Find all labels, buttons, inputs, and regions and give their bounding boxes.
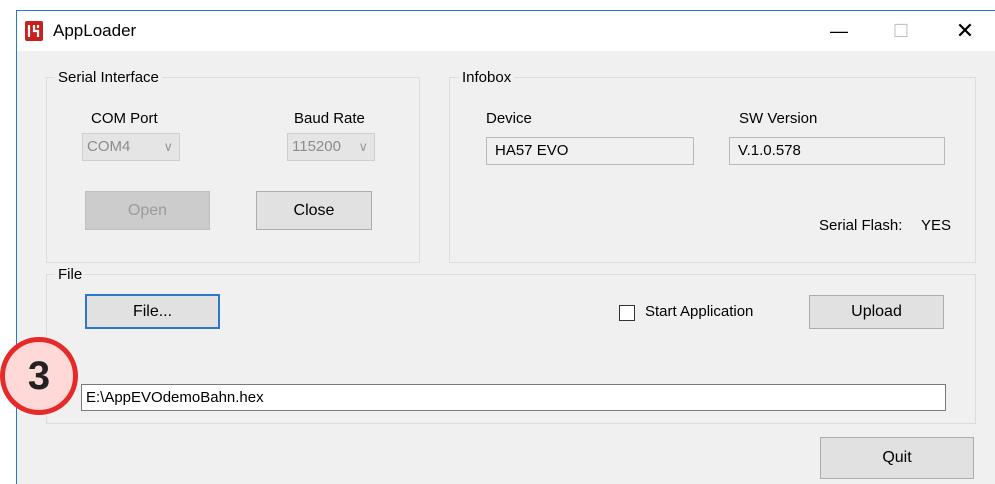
com-port-value: COM4 — [87, 138, 131, 155]
minimize-button[interactable]: — — [816, 11, 862, 51]
start-application-label[interactable]: Start Application — [645, 303, 753, 320]
baud-rate-value: 115200 — [292, 138, 341, 155]
device-label: Device — [486, 110, 532, 127]
serial-flash-value: YES — [921, 217, 952, 234]
serial-interface-group — [46, 77, 420, 263]
baud-rate-label: Baud Rate — [294, 110, 365, 127]
device-field: HA57 EVO — [486, 137, 694, 165]
file-browse-button[interactable]: File... — [85, 294, 220, 329]
sw-version-label: SW Version — [739, 110, 818, 127]
open-button[interactable]: Open — [85, 191, 210, 230]
window-title: AppLoader — [53, 21, 137, 40]
maximize-button[interactable]: ☐ — [878, 11, 924, 51]
chevron-down-icon: ∨ — [163, 139, 173, 154]
apploader-window: AppLoader — ☐ ✕ Serial Interface COM Por… — [16, 10, 995, 484]
step-number-badge: 3 — [0, 337, 78, 415]
com-port-select[interactable]: COM4 ∨ — [82, 133, 180, 161]
infobox-group — [449, 77, 976, 263]
close-port-button[interactable]: Close — [256, 191, 372, 230]
quit-button[interactable]: Quit — [820, 437, 974, 479]
apploader-logo-icon — [25, 21, 43, 41]
serial-flash-label: Serial Flash: — [819, 217, 903, 234]
title-bar[interactable]: AppLoader — ☐ ✕ — [17, 11, 995, 51]
com-port-label: COM Port — [91, 110, 158, 127]
baud-rate-select[interactable]: 115200 ∨ — [287, 133, 375, 161]
chevron-down-icon: ∨ — [358, 139, 368, 154]
start-application-checkbox[interactable] — [619, 305, 635, 321]
file-legend: File — [55, 266, 86, 283]
close-window-button[interactable]: ✕ — [942, 11, 988, 51]
sw-version-field: V.1.0.578 — [729, 137, 945, 165]
serial-interface-legend: Serial Interface — [55, 69, 162, 86]
file-path-input[interactable]: E:\AppEVOdemoBahn.hex — [81, 384, 946, 411]
infobox-legend: Infobox — [459, 69, 515, 86]
upload-button[interactable]: Upload — [809, 295, 944, 329]
